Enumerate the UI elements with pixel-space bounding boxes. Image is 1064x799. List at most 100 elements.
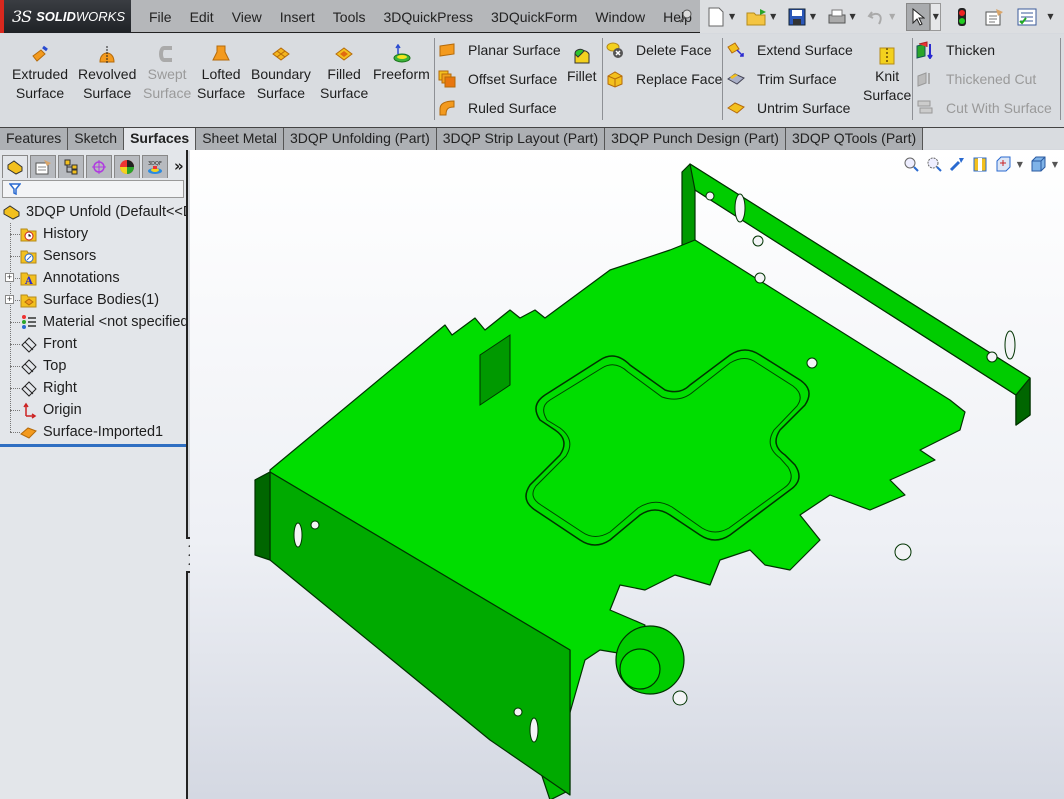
delete-face-icon [606, 42, 623, 58]
sheet-metal-model[interactable] [190, 150, 1064, 799]
display-manager-tab[interactable] [114, 155, 140, 178]
model-hole [310, 520, 320, 530]
filled-surface-button[interactable]: Filled Surface [320, 44, 368, 103]
lofted-surface-button[interactable]: Lofted Surface [197, 44, 245, 103]
print-icon[interactable] [826, 6, 846, 28]
offset-surface-button[interactable]: Offset Surface [438, 70, 557, 88]
menu-insert[interactable]: Insert [271, 9, 324, 25]
menu-3dquickpress[interactable]: 3DQuickPress [374, 9, 481, 25]
options-dropdown[interactable]: ▼ [1045, 12, 1056, 21]
menu-window[interactable]: Window [586, 9, 654, 25]
untrim-surface-button[interactable]: Untrim Surface [727, 99, 850, 117]
tree-item-surface-bodies[interactable]: + Surface Bodies(1) [0, 289, 186, 311]
property-manager-tab[interactable] [30, 155, 56, 178]
zoom-to-fit-icon[interactable] [902, 155, 920, 173]
tab-surfaces[interactable]: Surfaces [124, 128, 197, 151]
graphics-area[interactable]: ▼ ▼ [190, 150, 1064, 799]
model-hole [672, 690, 688, 706]
menu-tools[interactable]: Tools [324, 9, 375, 25]
tree-item-right-plane[interactable]: Right [0, 377, 186, 399]
display-style-icon[interactable] [1029, 155, 1047, 173]
more-tabs-chevron[interactable]: » [174, 155, 184, 178]
zoom-to-area-icon[interactable] [925, 155, 943, 173]
quick-access-toolbar: ▼ ▼ ▼ ▼ ▼ ▼ ▼ [700, 0, 1064, 33]
tab-3dqp-punch-design[interactable]: 3DQP Punch Design (Part) [605, 128, 786, 150]
title-menu-bar: 3S SOLIDWORKS File Edit View Insert Tool… [0, 0, 1064, 33]
rebuild-traffic-light-icon[interactable] [951, 6, 971, 28]
view-orientation-dropdown[interactable]: ▼ [1017, 160, 1023, 169]
tree-item-sensors[interactable]: Sensors [0, 245, 186, 267]
undo-dropdown[interactable]: ▼ [887, 12, 898, 21]
save-icon[interactable] [787, 6, 807, 28]
svg-text:A: A [24, 276, 33, 287]
tree-item-front-plane[interactable]: Front [0, 333, 186, 355]
tab-sketch[interactable]: Sketch [68, 128, 125, 150]
menu-3dquickform[interactable]: 3DQuickForm [482, 9, 586, 25]
view-orientation-icon[interactable] [994, 155, 1012, 173]
tree-item-origin[interactable]: Origin [0, 399, 186, 421]
configuration-manager-tab[interactable] [58, 155, 84, 178]
tree-item-part[interactable]: 3DQP Unfold (Default<<Default>_Display S… [0, 201, 186, 223]
new-document-icon[interactable] [706, 6, 726, 28]
model-slot [734, 193, 746, 223]
tab-sheet-metal[interactable]: Sheet Metal [196, 128, 284, 150]
open-dropdown[interactable]: ▼ [768, 12, 779, 21]
knit-surface-button[interactable]: Knit Surface [863, 46, 911, 105]
freeform-button[interactable]: Freeform [373, 44, 430, 84]
boundary-surface-button[interactable]: Boundary Surface [251, 44, 311, 103]
display-style-dropdown[interactable]: ▼ [1052, 160, 1058, 169]
feature-tree-rollback-bar[interactable] [0, 444, 186, 447]
print-dropdown[interactable]: ▼ [847, 12, 858, 21]
tree-item-top-plane[interactable]: Top [0, 355, 186, 377]
revolved-surface-button[interactable]: Revolved Surface [78, 44, 136, 103]
separator [722, 38, 723, 120]
previous-view-icon[interactable] [948, 155, 966, 173]
new-dropdown[interactable]: ▼ [726, 12, 737, 21]
extend-surface-button[interactable]: Extend Surface [727, 41, 853, 59]
file-properties-icon[interactable] [984, 6, 1004, 28]
expand-annotations-toggle[interactable]: + [5, 273, 14, 282]
tab-3dqp-unfolding[interactable]: 3DQP Unfolding (Part) [283, 128, 437, 150]
dimxpert-manager-tab[interactable] [86, 155, 112, 178]
ruled-surface-button[interactable]: Ruled Surface [438, 99, 557, 117]
tree-item-history[interactable]: History [0, 223, 186, 245]
planar-surface-icon [439, 43, 455, 57]
extruded-surface-button[interactable]: Extruded Surface [12, 44, 68, 103]
tab-3dqp-strip-layout[interactable]: 3DQP Strip Layout (Part) [436, 128, 606, 150]
replace-face-button[interactable]: Replace Face [606, 70, 722, 88]
thickened-cut-button[interactable]: Thickened Cut [916, 70, 1036, 88]
section-view-icon[interactable] [971, 155, 989, 173]
select-pointer-icon[interactable] [905, 2, 931, 31]
feature-tree-filter[interactable] [2, 180, 184, 198]
expand-surface-bodies-toggle[interactable]: + [5, 295, 14, 304]
model-hole [754, 272, 766, 284]
open-folder-icon[interactable] [746, 6, 768, 28]
planar-surface-button[interactable]: Planar Surface [438, 41, 561, 59]
trim-surface-icon [727, 73, 745, 85]
menu-view[interactable]: View [223, 9, 271, 25]
fillet-button[interactable]: Fillet [567, 46, 597, 86]
tab-features[interactable]: Features [0, 128, 69, 150]
delete-face-button[interactable]: Delete Face [606, 41, 711, 59]
options-checklist-icon[interactable] [1016, 6, 1037, 28]
tab-3dqp-qtools[interactable]: 3DQP QTools (Part) [785, 128, 924, 150]
tree-item-surface-imported[interactable]: Surface-Imported1 [0, 421, 186, 443]
solidworks-logo[interactable]: 3S SOLIDWORKS [0, 0, 131, 33]
thicken-button[interactable]: Thicken [916, 41, 995, 59]
model-hole [986, 351, 998, 363]
menu-file[interactable]: File [140, 9, 181, 25]
cut-with-surface-button[interactable]: Cut With Surface [916, 99, 1052, 117]
3dqp-manager-tab[interactable]: 3DQF [142, 155, 168, 178]
tree-item-material[interactable]: Material <not specified> [0, 311, 186, 333]
swept-surface-button[interactable]: Swept Surface [143, 44, 191, 103]
plane-icon [21, 358, 37, 375]
save-dropdown[interactable]: ▼ [807, 12, 818, 21]
model-left-tab [254, 471, 271, 561]
select-dropdown[interactable]: ▼ [930, 2, 942, 31]
tree-item-annotations[interactable]: + A Annotations [0, 267, 186, 289]
feature-tree-tab[interactable] [2, 155, 28, 178]
menu-edit[interactable]: Edit [181, 9, 223, 25]
trim-surface-button[interactable]: Trim Surface [727, 70, 837, 88]
undo-icon[interactable] [866, 6, 886, 28]
pin-menu-icon[interactable] [677, 8, 693, 24]
